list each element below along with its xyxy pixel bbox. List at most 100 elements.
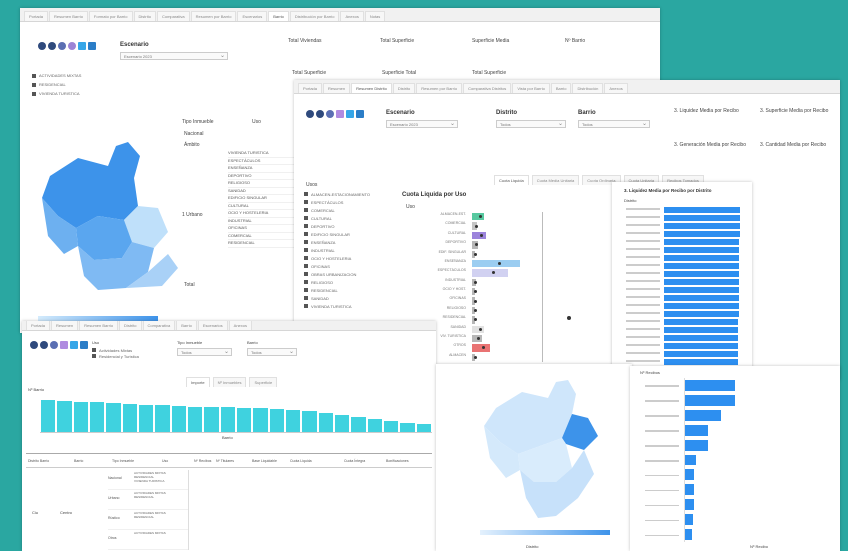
usos-list-item[interactable]: CULTURAL — [304, 214, 370, 222]
front-subtab-0[interactable]: Importe — [186, 377, 210, 387]
front-tipo-dropdown[interactable]: Todos — [177, 348, 232, 356]
usos-list-item[interactable]: DEPORTIVO — [304, 222, 370, 230]
usos-list-item[interactable]: ALMACEN-ESTACIONAMIENTO — [304, 190, 370, 198]
usos-list-item[interactable]: ESPECTÁCULOS — [304, 198, 370, 206]
tab-4[interactable]: Comparativa — [142, 321, 176, 330]
recibos-bar-window: Nº Recibos Nº Recibo — [630, 366, 840, 551]
front-subtab-2[interactable]: Superficie — [249, 377, 278, 387]
tab-7[interactable]: Barrio — [268, 11, 289, 21]
chart-icon[interactable] — [78, 42, 86, 50]
usos-label: OFICINAS — [311, 263, 330, 269]
usos-list-item[interactable]: RESIDENCIAL — [304, 286, 370, 294]
tab-3[interactable]: Distrito — [133, 11, 156, 21]
chart-icon[interactable] — [70, 341, 78, 349]
table-row: Rústico ACTIVIDADES MIXTAS RESIDENCIAL — [108, 510, 188, 530]
tab-4[interactable]: Resumen por Barrio — [416, 83, 463, 93]
table-icon[interactable] — [88, 42, 96, 50]
dot-chart-label: RESIDENCIAL — [442, 315, 466, 320]
tab-7[interactable]: Barrio — [550, 83, 572, 93]
distrito-bar-label — [626, 336, 660, 338]
tab-1[interactable]: Resumen Barrio — [49, 11, 88, 21]
chart-icon[interactable] — [346, 110, 354, 118]
tab-2[interactable]: Resumen Distrito — [351, 83, 392, 93]
info-icon[interactable] — [48, 42, 56, 50]
barrio-bar — [139, 404, 154, 432]
escenario-dropdown[interactable]: Escenario 2023 — [120, 52, 228, 60]
usos-list-item[interactable]: INDUSTRIAL — [304, 246, 370, 254]
tab-5[interactable]: Comparativa Distritos — [463, 83, 512, 93]
tab-0[interactable]: Portada — [26, 321, 51, 330]
legend-item[interactable]: RESIDENCIAL — [32, 81, 81, 88]
legend-label: RESIDENCIAL — [39, 82, 66, 87]
usos-list-item[interactable]: EDIFICIO SINGULAR — [304, 230, 370, 238]
usos-list-item[interactable]: OCIO Y HOSTELERIA — [304, 254, 370, 262]
filter-icon[interactable] — [50, 341, 58, 349]
distrito-bar — [664, 318, 739, 326]
tab-1[interactable]: Resumen — [51, 321, 79, 330]
tab-8[interactable]: Distribución por Barrio — [289, 11, 340, 21]
settings-icon[interactable] — [60, 341, 68, 349]
tab-2[interactable]: Resumen Barrio — [79, 321, 119, 330]
legend-item[interactable]: VIVIENDA TURISTICA — [32, 90, 81, 97]
usos-list-item[interactable]: OBRAS URBANIZACION — [304, 270, 370, 278]
barrio-bar — [286, 409, 301, 432]
recibos-bar — [685, 409, 721, 421]
table-row: Urbano ACTIVIDADES MIXTAS RESIDENCIAL — [108, 490, 188, 510]
info-icon[interactable] — [316, 110, 324, 118]
tab-1[interactable]: Resumen — [323, 83, 351, 93]
settings-icon[interactable] — [336, 110, 344, 118]
mid-barrio-dropdown[interactable]: Todos — [578, 120, 650, 128]
legend-item[interactable]: ACTIVIDADES MIXTAS — [32, 72, 81, 79]
tab-8[interactable]: Distribución — [572, 83, 604, 93]
subtab-1[interactable]: Cuota Media Unitaria — [531, 175, 580, 185]
header-field-4: Nº Barrio — [565, 38, 586, 44]
usos-label: DEPORTIVO — [311, 223, 335, 229]
filter-icon[interactable] — [326, 110, 334, 118]
usos-list-item[interactable]: ENSEÑANZA — [304, 238, 370, 246]
dot-chart-point — [478, 327, 482, 331]
usos-list-item[interactable]: RELIGIOSO — [304, 278, 370, 286]
front-uso-item[interactable]: Residencial y Turistica — [92, 353, 139, 359]
usos-list-item[interactable]: COMERCIAL — [304, 206, 370, 214]
home-icon[interactable] — [38, 42, 46, 50]
mid-escenario-dropdown[interactable]: Escenario 2023 — [386, 120, 458, 128]
dot-chart-point — [473, 318, 477, 322]
tab-6[interactable]: Vista por Barrio — [512, 83, 550, 93]
usos-list-item[interactable]: OFICINAS — [304, 262, 370, 270]
home-icon[interactable] — [306, 110, 314, 118]
tab-10[interactable]: Notas — [364, 11, 386, 21]
tab-9[interactable]: Anexos — [604, 83, 628, 93]
tab-4[interactable]: Comparativa — [156, 11, 190, 21]
front-subtab-1[interactable]: Nº Inmuebles — [212, 377, 247, 387]
table-icon[interactable] — [356, 110, 364, 118]
table-icon[interactable] — [80, 341, 88, 349]
front-uso-item[interactable]: Actividades Mixtas — [92, 347, 139, 353]
barrio-bar — [122, 404, 137, 432]
usos-list-item[interactable]: SANIDAD — [304, 294, 370, 302]
tab-3[interactable]: Distrito — [392, 83, 416, 93]
settings-icon[interactable] — [68, 42, 76, 50]
tab-5[interactable]: Resumen por Barrio — [190, 11, 237, 21]
table-cell-uso: ACTIVIDADES MIXTAS RESIDENCIAL — [134, 491, 166, 499]
home-icon[interactable] — [30, 341, 38, 349]
barrio-bar — [416, 424, 431, 432]
usos-label: CULTURAL — [311, 215, 332, 221]
tab-3[interactable]: Distrito — [119, 321, 142, 330]
front-barrio-dropdown[interactable]: Todos — [247, 348, 297, 356]
tab-6[interactable]: Escenarios — [197, 321, 228, 330]
subtab-0[interactable]: Cuota Liquida — [494, 175, 529, 185]
tab-9[interactable]: Anexos — [340, 11, 364, 21]
tab-5[interactable]: Barrio — [176, 321, 197, 330]
table-cell-barrio: Centro — [60, 510, 73, 515]
table-cell-tipo: Urbano — [108, 496, 120, 500]
barrio-bar — [90, 402, 105, 432]
tab-7[interactable]: Anexos — [228, 321, 252, 330]
tab-2[interactable]: Formato por Barrio — [88, 11, 133, 21]
tab-0[interactable]: Portada — [24, 11, 49, 21]
info-icon[interactable] — [40, 341, 48, 349]
filter-icon[interactable] — [58, 42, 66, 50]
tab-0[interactable]: Portada — [298, 83, 323, 93]
tab-6[interactable]: Escenarios — [237, 11, 268, 21]
usos-list-item[interactable]: VIVIENDA TURISTICA — [304, 302, 370, 310]
mid-distrito-dropdown[interactable]: Todos — [496, 120, 566, 128]
